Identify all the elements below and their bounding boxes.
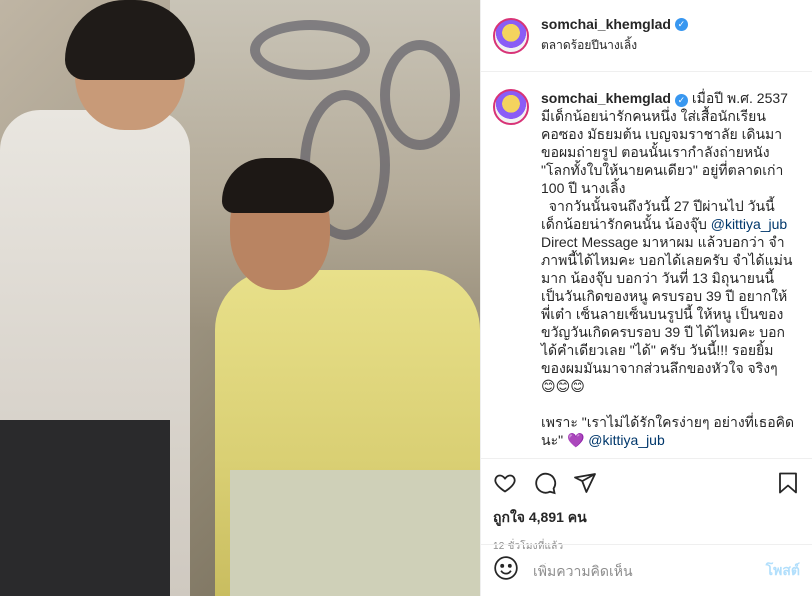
photo-graffiti [250,20,370,80]
caption-text: somchai_khemglad ✓ เมื่อปี พ.ศ. 2537 มีเด… [541,89,800,449]
verified-badge-icon: ✓ [674,17,688,31]
caption-area: somchai_khemglad ✓ เมื่อปี พ.ศ. 2537 มีเด… [481,73,812,458]
bookmark-icon[interactable] [760,467,800,499]
likes-count[interactable]: ถูกใจ 4,891 คน [493,507,800,529]
caption-mention[interactable]: @kittiya_jub [711,216,787,232]
share-icon[interactable] [573,467,613,499]
caption-body-1: เมื่อปี พ.ศ. 2537 มีเด็กน้อยน่ารักคนหนึ่… [541,90,788,232]
author-info: somchai_khemglad ✓ ตลาดร้อยปีนางเลิ้ง [541,16,688,55]
comment-icon[interactable] [533,467,573,499]
caption-username[interactable]: somchai_khemglad [541,90,671,106]
actions-area: ถูกใจ 4,891 คน 12 ชั่วโมงที่แล้ว [481,458,812,554]
author-username-row: somchai_khemglad ✓ [541,16,688,32]
avatar[interactable] [493,17,529,54]
post-side-panel: somchai_khemglad ✓ ตลาดร้อยปีนางเลิ้ง so… [480,0,812,596]
photo-pants [230,470,480,596]
post-location[interactable]: ตลาดร้อยปีนางเลิ้ง [541,36,688,55]
photo-graffiti [380,40,460,150]
photo-hair-man [222,158,334,213]
caption-avatar[interactable] [493,89,529,125]
comment-input[interactable] [533,562,766,579]
photo-skirt [0,420,170,596]
heart-icon[interactable] [493,467,533,499]
caption: somchai_khemglad ✓ เมื่อปี พ.ศ. 2537 มีเด… [493,89,800,449]
post-comment-button[interactable]: โพสต์ [766,560,800,582]
caption-body-2: Direct Message มาหาผม แล้วบอกว่า จำ ภาพน… [541,234,795,448]
verified-badge-icon: ✓ [674,94,688,107]
author-username[interactable]: somchai_khemglad [541,16,671,32]
emoji-icon[interactable] [493,555,519,586]
comment-bar: โพสต์ [481,544,812,596]
post-photo[interactable] [0,0,480,596]
action-icons [493,465,800,501]
caption-mention[interactable]: @kittiya_jub [588,432,664,448]
post-header: somchai_khemglad ✓ ตลาดร้อยปีนางเลิ้ง [481,0,812,72]
